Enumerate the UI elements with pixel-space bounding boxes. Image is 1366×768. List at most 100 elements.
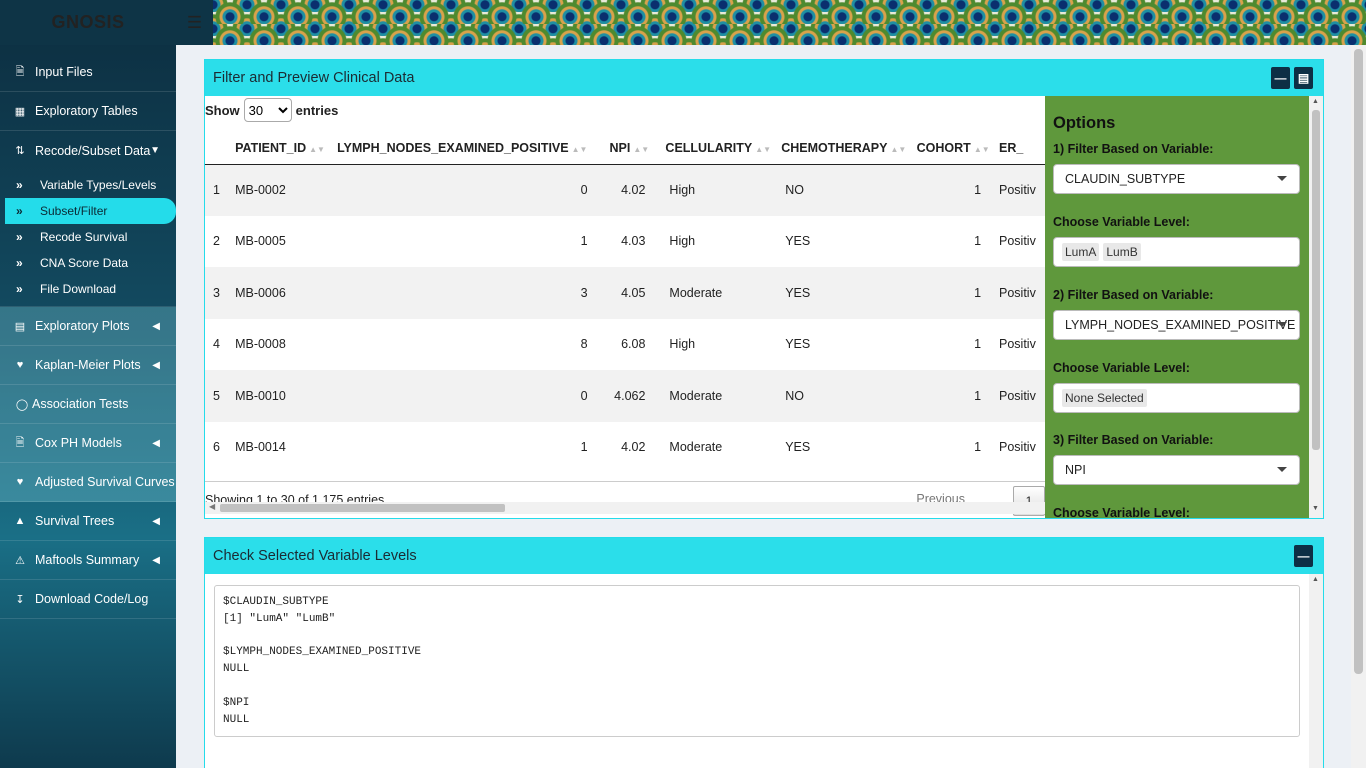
column-header-npi[interactable]: NPI ▲▼ (605, 132, 662, 165)
sidebar-item-survival-trees[interactable]: ▲ Survival Trees ◀ (0, 502, 176, 541)
sort-icon: ⇅ (15, 145, 25, 157)
sidebar-item-exploratory-plots[interactable]: ▤ Exploratory Plots ◀ (0, 307, 176, 346)
filter1-label: 1) Filter Based on Variable: (1053, 142, 1214, 156)
sidebar-subitem-label: Subset/Filter (40, 204, 108, 218)
filter3-level-label: Choose Variable Level: (1053, 506, 1190, 518)
sidebar-item-cox-ph-models[interactable]: 🗎 Cox PH Models ◀ (0, 424, 176, 463)
sidebar-item-adjusted-survival-curves[interactable]: ♥ Adjusted Survival Curves (0, 463, 176, 502)
chevron-left-icon: ◀ (152, 359, 160, 371)
column-header-cellularity[interactable]: CELLULARITY ▲▼ (661, 132, 778, 165)
column-header-patient-id[interactable]: PATIENT_ID ▲▼ (231, 132, 334, 165)
options-scrollbar[interactable]: ▲ ▼ (1309, 96, 1323, 518)
column-header-label: LYMPH_NODES_EXAMINED_POSITIVE (337, 140, 569, 155)
sidebar-item-exploratory-tables[interactable]: ▦ Exploratory Tables (0, 92, 176, 131)
column-header-label: CHEMOTHERAPY (781, 140, 888, 155)
filter3-variable-select[interactable]: NPI (1053, 455, 1300, 485)
scrollbar-thumb[interactable] (1354, 49, 1363, 674)
sidebar-subitem-subset-filter[interactable]: » Subset/Filter (5, 198, 176, 224)
table-cell: 0 (333, 370, 606, 422)
table-icon: ▦ (14, 105, 26, 118)
sidebar-item-label: Maftools Summary (35, 553, 140, 567)
table-row[interactable]: 1 MB-0002 0 4.02 High NO 1 Positiv (205, 164, 1045, 216)
sidebar-item-download-code-log[interactable]: ↧ Download Code/Log (0, 580, 176, 619)
show-label: Show (205, 102, 240, 118)
brand-bar: GNOSIS ☰ (0, 0, 213, 45)
table-row[interactable]: 4 MB-0008 8 6.08 High YES 1 Positiv (205, 319, 1045, 371)
filter1-variable-select[interactable]: CLAUDIN_SUBTYPE (1053, 164, 1300, 194)
sidebar-item-recode-subset-data[interactable]: ⇅ Recode/Subset Data ▼ (0, 131, 176, 170)
hamburger-icon[interactable]: ☰ (176, 0, 213, 45)
table-row[interactable]: 6 MB-0014 1 4.02 Moderate YES 1 Positiv (205, 422, 1045, 474)
filter1-level-input[interactable]: LumA LumB (1053, 237, 1300, 267)
table-cell: MB-0008 (235, 337, 286, 352)
table-cell: NO (777, 164, 913, 216)
entries-select[interactable]: 30 (243, 98, 292, 122)
table-cell: 4 (213, 337, 220, 352)
sort-icon: ▲▼ (890, 144, 907, 154)
table-cell: High (661, 164, 778, 216)
table-cell: YES (777, 267, 913, 319)
filter3-value: NPI (1065, 463, 1086, 477)
horizontal-scrollbar[interactable]: ◀ (205, 502, 1045, 514)
filter1-level-label: Choose Variable Level: (1053, 215, 1190, 229)
table-cell: 1 (580, 234, 588, 249)
filter2-level-input[interactable]: None Selected (1053, 383, 1300, 413)
sidebar-item-kaplan-meier-plots[interactable]: ♥ Kaplan-Meier Plots ◀ (0, 346, 176, 385)
table-row[interactable]: 3 MB-0006 3 4.05 Moderate YES 1 Positiv (205, 267, 1045, 319)
table-cell: NO (777, 370, 913, 422)
table-cell: Moderate (661, 370, 778, 422)
column-header-chemotherapy[interactable]: CHEMOTHERAPY ▲▼ (777, 132, 913, 165)
chevron-down-icon: ▼ (150, 145, 160, 156)
sidebar-item-label: Association Tests (32, 397, 129, 411)
table-cell: 8 (580, 337, 588, 352)
scrollbar-thumb[interactable] (220, 504, 505, 512)
table-cell: 1 (912, 164, 996, 216)
table-cell: 1 (974, 440, 982, 455)
table-cell: 5 (205, 370, 232, 422)
column-header-lymph-nodes[interactable]: LYMPH_NODES_EXAMINED_POSITIVE ▲▼ (333, 132, 606, 165)
chart-icon: ▤ (14, 320, 26, 333)
sidebar-item-label: Survival Trees (35, 514, 115, 528)
table-cell: 1 (912, 370, 996, 422)
box-scrollbar[interactable]: ▲ (1309, 574, 1323, 768)
double-chevron-icon: » (16, 256, 23, 270)
sidebar-item-input-files[interactable]: 🗎 Input Files (0, 53, 176, 92)
table-cell: 4.02 (605, 164, 662, 216)
filter2-level-label: Choose Variable Level: (1053, 361, 1190, 375)
box-title: Check Selected Variable Levels (213, 548, 417, 564)
column-header-er[interactable]: ER_ (995, 132, 1045, 165)
file-icon: 🗎 (15, 65, 25, 78)
page-scrollbar[interactable] (1351, 45, 1366, 768)
table-cell: MB-0006 (231, 267, 334, 319)
table-row[interactable]: 5 MB-0010 0 4.062 Moderate NO 1 Positiv (205, 370, 1045, 422)
caret-down-icon (1277, 322, 1287, 327)
sidebar-subitem-file-download[interactable]: » File Download (0, 276, 176, 302)
sidebar-item-label: Input Files (35, 65, 93, 79)
sidebar-item-label: Adjusted Survival Curves (35, 475, 175, 489)
sidebar-subitem-variable-types[interactable]: » Variable Types/Levels (0, 172, 176, 198)
level-chip[interactable]: LumA (1062, 243, 1100, 261)
sidebar-subitem-recode-survival[interactable]: » Recode Survival (0, 224, 176, 250)
table-row[interactable]: 2 MB-0005 1 4.03 High YES 1 Positiv (205, 216, 1045, 268)
double-chevron-icon: » (16, 230, 23, 244)
sidebar-toggle-button[interactable]: ▤ (1294, 67, 1313, 89)
table-cell: 3 (205, 267, 232, 319)
filter2-variable-select[interactable]: LYMPH_NODES_EXAMINED_POSITIVE (1053, 310, 1300, 340)
sidebar-item-association-tests[interactable]: ◯ Association Tests (0, 385, 176, 424)
sidebar-item-maftools-summary[interactable]: ⚠ Maftools Summary ◀ (0, 541, 176, 580)
heartbeat-icon: ♥ (16, 359, 24, 371)
table-cell: Positiv (999, 234, 1036, 249)
chevron-left-icon: ◀ (152, 554, 160, 566)
download-icon: ↧ (15, 593, 25, 606)
sidebar-subitem-cna-score-data[interactable]: » CNA Score Data (0, 250, 176, 276)
table-cell: 0 (333, 164, 606, 216)
warning-icon: ⚠ (15, 554, 25, 567)
table-cell: 6.08 (621, 337, 646, 352)
table-cell: 1 (974, 234, 982, 249)
header-banner (213, 0, 1366, 45)
collapse-button[interactable]: — (1294, 545, 1313, 567)
scrollbar-thumb[interactable] (1312, 110, 1320, 450)
collapse-button[interactable]: — (1271, 67, 1290, 89)
level-chip[interactable]: LumB (1103, 243, 1141, 261)
column-header-cohort[interactable]: COHORT ▲▼ (912, 132, 996, 165)
